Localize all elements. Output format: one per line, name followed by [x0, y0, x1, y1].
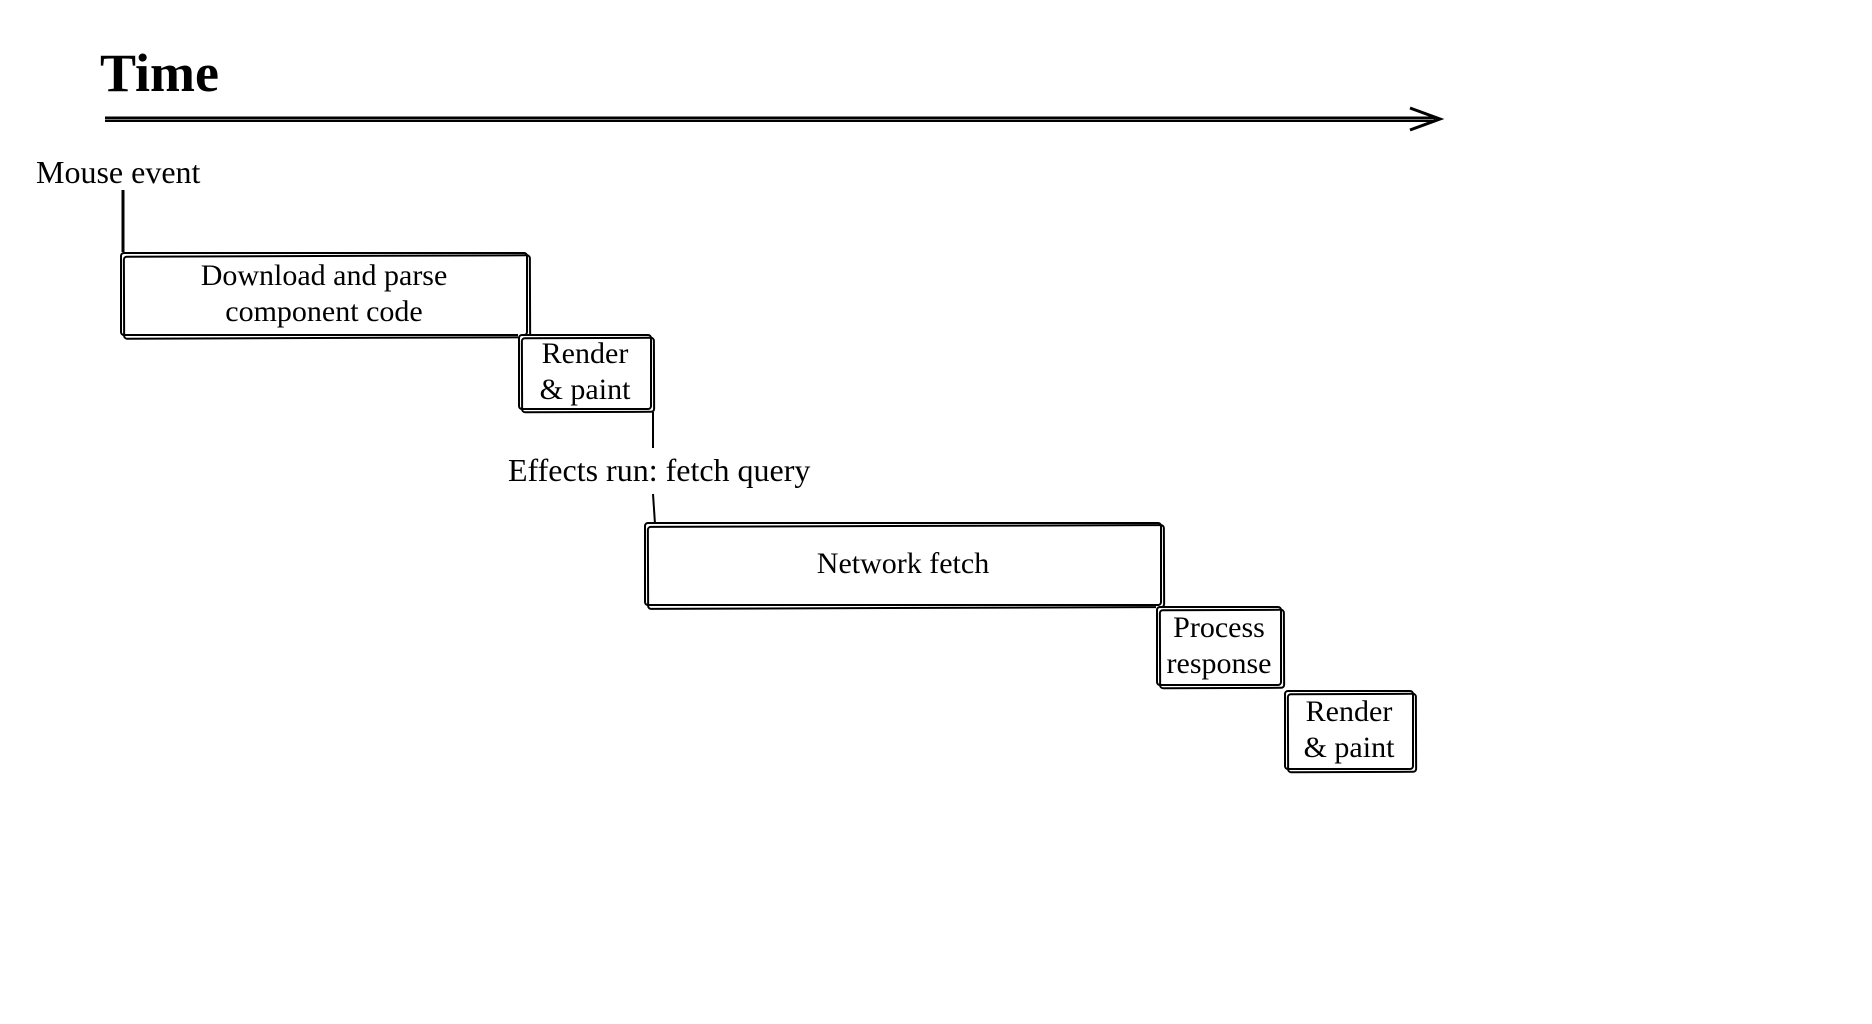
mouse-event-label: Mouse event: [36, 154, 200, 191]
network-fetch-box: Network fetch: [644, 522, 1162, 606]
process-response-box: Process response: [1156, 606, 1282, 686]
mouse-event-tick-icon: [120, 190, 126, 255]
render-paint-2-text: Render & paint: [1304, 694, 1395, 766]
render-paint-1-box: Render & paint: [518, 334, 652, 410]
network-fetch-text: Network fetch: [817, 546, 989, 582]
time-axis-title: Time: [100, 42, 219, 104]
process-response-text: Process response: [1167, 610, 1272, 682]
download-parse-box: Download and parse component code: [120, 252, 528, 336]
diagram-stage: Time Mouse event Download and parse comp…: [0, 0, 1872, 1024]
network-tick-icon: [650, 494, 658, 524]
download-parse-text: Download and parse component code: [201, 258, 448, 330]
render-paint-2-box: Render & paint: [1284, 690, 1414, 770]
effects-run-label: Effects run: fetch query: [508, 452, 810, 489]
effects-tick-icon: [650, 412, 656, 448]
time-axis-arrow-icon: [105, 108, 1445, 138]
render-paint-1-text: Render & paint: [540, 336, 631, 408]
